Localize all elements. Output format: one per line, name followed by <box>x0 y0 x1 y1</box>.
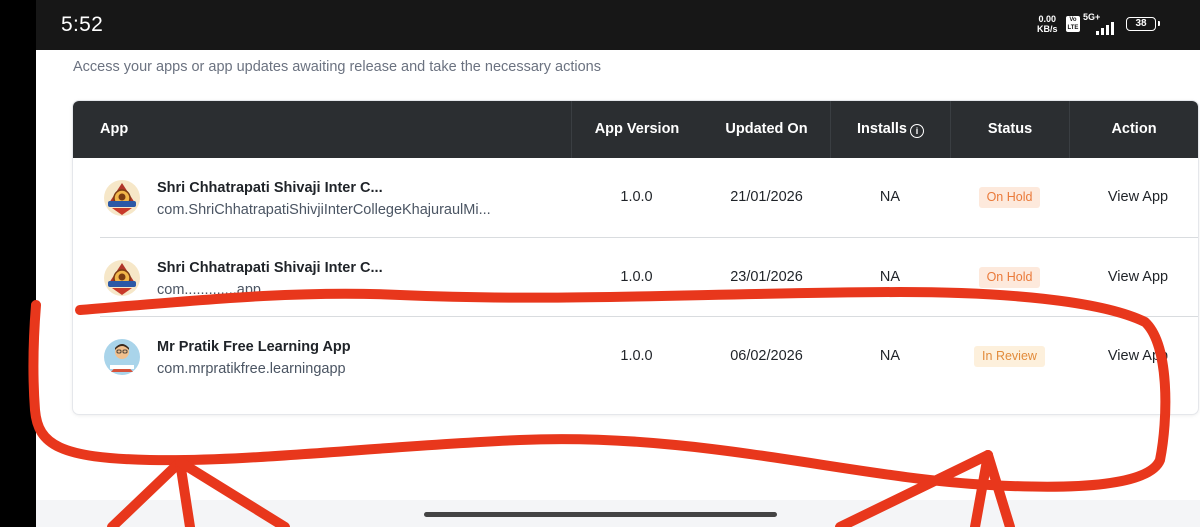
network-speed: 0.00 KB/s <box>1037 14 1058 34</box>
school-crest-icon <box>103 179 141 217</box>
app-version: 1.0.0 <box>620 348 653 364</box>
view-app-link[interactable]: View App <box>1108 189 1168 205</box>
home-indicator[interactable] <box>424 512 777 517</box>
apps-table: App App Version Updated On Installs i Sta… <box>73 101 1198 414</box>
view-app-link[interactable]: View App <box>1108 269 1168 285</box>
action-cell: View App <box>1078 158 1198 237</box>
app-version: 1.0.0 <box>620 189 653 205</box>
updated-on: 21/01/2026 <box>730 189 803 205</box>
column-header-updated: Updated On <box>703 101 830 158</box>
column-header-action: Action <box>1069 101 1198 158</box>
table-row: Mr Pratik Free Learning App com.mrpratik… <box>100 316 1198 396</box>
action-cell: View App <box>1078 238 1198 317</box>
network-speed-value: 0.00 <box>1038 14 1057 24</box>
status-bar: 5:52 0.00 KB/s Vo LTE 5G+ 38 <box>36 0 1200 50</box>
network-speed-unit: KB/s <box>1037 24 1058 34</box>
app-package: com.mrpratikfree.learningapp <box>157 361 346 377</box>
view-app-link[interactable]: View App <box>1108 348 1168 364</box>
updated-on: 06/02/2026 <box>730 348 803 364</box>
app-name: Mr Pratik Free Learning App <box>157 339 351 355</box>
app-name: Shri Chhatrapati Shivaji Inter C... <box>157 260 383 276</box>
installs-count: NA <box>879 189 901 205</box>
volte-icon: Vo LTE <box>1066 16 1080 32</box>
status-cell: On Hold <box>950 238 1069 317</box>
status-badge: On Hold <box>978 187 1041 208</box>
table-header: App App Version Updated On Installs i Sta… <box>73 101 1198 158</box>
table-row: Shri Chhatrapati Shivaji Inter C... com.… <box>73 158 1198 237</box>
installs-count: NA <box>879 348 901 364</box>
column-header-version-label: App Version <box>594 121 680 137</box>
column-header-installs: Installs i <box>830 101 950 158</box>
app-version: 1.0.0 <box>620 269 653 285</box>
app-package: com.ShriChhatrapatiShivjiInterCollegeKha… <box>157 202 491 218</box>
device-bezel <box>0 0 36 527</box>
column-header-app-label: App <box>100 121 129 137</box>
school-crest-icon <box>103 259 141 297</box>
page-content: Access your apps or app updates awaiting… <box>36 50 1200 500</box>
updated-on: 23/01/2026 <box>730 269 803 285</box>
status-badge: In Review <box>974 346 1045 367</box>
status-cell: In Review <box>950 317 1069 396</box>
teacher-avatar-icon <box>103 338 141 376</box>
network-type: 5G+ <box>1083 12 1101 22</box>
action-cell: View App <box>1078 317 1198 396</box>
column-header-status-label: Status <box>987 121 1033 137</box>
table-row: Shri Chhatrapati Shivaji Inter C... com.… <box>100 237 1198 317</box>
column-header-installs-label: Installs <box>857 121 907 137</box>
column-header-updated-label: Updated On <box>725 121 808 137</box>
page-subtitle: Access your apps or app updates awaiting… <box>73 59 601 75</box>
status-cell: On Hold <box>950 158 1069 237</box>
battery-icon: 38 <box>1126 17 1160 31</box>
status-badge: On Hold <box>978 267 1041 288</box>
column-header-app: App <box>100 101 570 158</box>
app-name: Shri Chhatrapati Shivaji Inter C... <box>157 180 383 196</box>
installs-count: NA <box>879 269 901 285</box>
column-header-status: Status <box>950 101 1069 158</box>
column-header-action-label: Action <box>1111 121 1157 137</box>
battery-level: 38 <box>1135 18 1147 29</box>
status-time: 5:52 <box>61 13 104 36</box>
signal-strength-icon <box>1082 22 1118 35</box>
column-header-version: App Version <box>571 101 702 158</box>
app-package: com.............app <box>157 282 261 298</box>
apps-panel: Access your apps or app updates awaiting… <box>36 50 1200 500</box>
info-icon[interactable]: i <box>909 124 924 138</box>
